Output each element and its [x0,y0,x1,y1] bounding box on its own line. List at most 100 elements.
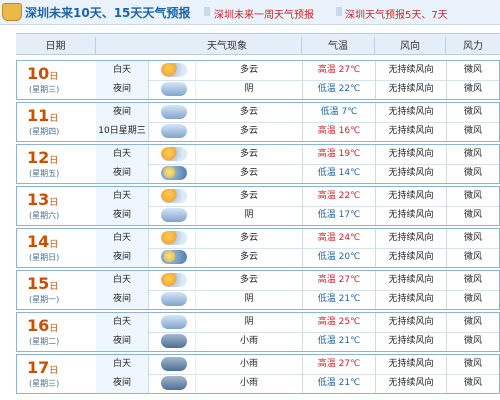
weather-icon-cell [149,80,196,99]
temp-label: 高温 [318,65,336,75]
period-label: 白天 [96,187,149,206]
temp-label: 低温 [318,168,336,178]
sun-cloud-icon [161,273,187,287]
wind-direction: 无持续风向 [376,355,447,374]
header-wind: 风向 [375,37,445,52]
forecast-row: 白天 多云 高温 27℃ 无持续风向 微风 [96,271,499,291]
weekday-label: (星期日) [29,252,59,263]
weather-icon-cell [149,332,196,351]
weather-description: 多云 [196,187,303,206]
temperature: 低温 21℃ [303,374,376,393]
weather-description: 多云 [196,145,303,164]
wind-direction: 无持续风向 [376,290,447,309]
temp-label: 低温 [318,210,336,220]
temp-value: 17℃ [339,210,361,220]
sun-cloud-icon [161,189,187,203]
cloud-icon [161,124,187,138]
period-label: 白天 [96,145,149,164]
forecast-row: 白天 阴 高温 25℃ 无持续风向 微风 [96,313,499,333]
wind-power: 微风 [447,248,499,267]
wind-direction: 无持续风向 [376,313,447,332]
day-block: 13日 (星期六) 白天 多云 高温 22℃ 无持续风向 微风 夜间 阴 低温 … [16,186,500,226]
temp-label: 高温 [318,233,336,243]
wind-power: 微风 [447,290,499,309]
day-block: 10日 (星期三) 白天 多云 高温 27℃ 无持续风向 微风 夜间 阴 低温 … [16,60,500,100]
wind-direction: 无持续风向 [376,122,447,141]
date-number: 16日 [27,318,58,337]
forecast-row: 白天 多云 高温 27℃ 无持续风向 微风 [96,61,499,81]
weather-icon-cell [149,248,196,267]
temp-label: 低温 [318,336,336,346]
wind-direction: 无持续风向 [376,145,447,164]
rain-icon [161,334,187,348]
cloud-icon [161,208,187,222]
temperature: 高温 22℃ [303,187,376,206]
forecast-row: 夜间 阴 低温 21℃ 无持续风向 微风 [96,290,499,309]
temp-label: 高温 [318,126,336,136]
temp-label: 高温 [318,317,336,327]
weather-description: 小雨 [196,355,303,374]
temperature: 低温 17℃ [303,206,376,225]
forecast-row: 夜间 多云 低温 20℃ 无持续风向 微风 [96,248,499,267]
date-cell: 17日 (星期三) [17,355,97,393]
sun-cloud-icon [161,63,187,77]
temp-label: 高温 [318,275,336,285]
temperature: 低温 7℃ [303,103,376,122]
wind-direction: 无持续风向 [376,80,447,99]
weather-description: 阴 [196,313,303,332]
date-cell: 15日 (星期一) [17,271,97,309]
weekday-label: (星期三) [29,84,59,95]
date-number: 13日 [27,192,58,211]
sun-cloud-icon [161,147,187,161]
period-label: 夜间 [96,80,149,99]
temp-value: 22℃ [339,191,361,201]
date-cell: 16日 (星期二) [17,313,97,351]
temperature: 高温 27℃ [303,271,376,290]
day-block: 11日 (星期四) 夜间 多云 低温 7℃ 无持续风向 微风 10日星期三 多云… [16,102,500,142]
wind-power: 微风 [447,332,499,351]
forecast-row: 夜间 阴 低温 22℃ 无持续风向 微风 [96,80,499,99]
wind-direction: 无持续风向 [376,271,447,290]
temperature: 高温 25℃ [303,313,376,332]
temp-label: 低温 [318,252,336,262]
period-label: 夜间 [96,206,149,225]
temperature: 低温 21℃ [303,332,376,351]
date-number: 12日 [27,150,58,169]
header-weather: 天气现象 [148,37,306,52]
weather-icon-cell [149,164,196,183]
wind-direction: 无持续风向 [376,103,447,122]
temp-label: 高温 [318,191,336,201]
weather-icon-cell [149,122,196,141]
date-number: 10日 [27,66,58,85]
temperature: 高温 27℃ [303,355,376,374]
cloud-icon [161,292,187,306]
day-block: 12日 (星期五) 白天 多云 高温 19℃ 无持续风向 微风 夜间 多云 低温… [16,144,500,184]
weather-description: 多云 [196,61,303,80]
forecast-row: 白天 多云 高温 19℃ 无持续风向 微风 [96,145,499,165]
temperature: 高温 19℃ [303,145,376,164]
weather-description: 多云 [196,103,303,122]
moon-icon [161,166,187,180]
wind-power: 微风 [447,313,499,332]
weekday-label: (星期三) [29,378,59,389]
forecast-row: 白天 小雨 高温 27℃ 无持续风向 微风 [96,355,499,375]
temp-value: 27℃ [339,275,361,285]
temp-label: 高温 [318,149,336,159]
weather-description: 多云 [196,229,303,248]
link-week-forecast[interactable]: 深圳未来一周天气预报 [214,6,314,21]
weather-icon-cell [149,145,196,164]
temperature: 高温 27℃ [303,61,376,80]
weather-icon-cell [149,206,196,225]
header-power: 风力 [446,37,500,52]
temp-value: 24℃ [339,233,361,243]
weather-description: 阴 [196,80,303,99]
forecast-row: 10日星期三 多云 高温 16℃ 无持续风向 微风 [96,122,499,141]
date-cell: 10日 (星期三) [17,61,97,99]
link-5-7-day-forecast[interactable]: 深圳天气预报5天、7天 [345,6,448,21]
weather-icon-cell [149,61,196,80]
date-cell: 13日 (星期六) [17,187,97,225]
wind-power: 微风 [447,229,499,248]
date-cell: 12日 (星期五) [17,145,97,183]
weekday-label: (星期四) [29,126,59,137]
wind-power: 微风 [447,271,499,290]
